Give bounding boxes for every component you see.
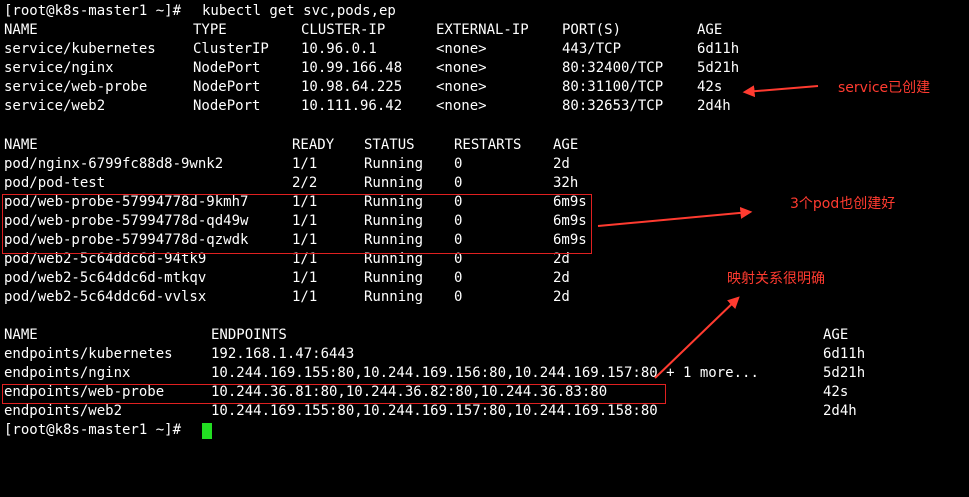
cell-name: service/nginx <box>4 60 114 76</box>
cell-ports: 80:31100/TCP <box>562 79 664 95</box>
cell-ready: 1/1 <box>292 270 318 286</box>
table-row: pod/web2-5c64ddc6d-mtkqv 1/1 Running 0 2… <box>4 269 570 288</box>
column-header: READY <box>292 137 335 153</box>
table-row: service/kubernetes ClusterIP 10.96.0.1 <… <box>4 40 739 59</box>
cell-ports: 80:32400/TCP <box>562 60 664 76</box>
cell-status: Running <box>364 175 424 191</box>
annotation-service-created: service已创建 <box>838 80 931 96</box>
cell-name: pod/web2-5c64ddc6d-mtkqv <box>4 270 207 286</box>
cell-ready: 2/2 <box>292 175 318 191</box>
endpoints-header-row: NAME ENDPOINTS AGE <box>4 326 848 345</box>
cell-age: 2d <box>553 289 570 305</box>
cell-cluster-ip: 10.111.96.42 <box>301 98 403 114</box>
column-header: TYPE <box>193 22 227 38</box>
column-header: NAME <box>4 137 38 153</box>
cell-name: service/web-probe <box>4 79 148 95</box>
cell-restarts: 0 <box>454 270 463 286</box>
cell-ready: 1/1 <box>292 289 318 305</box>
cell-name: service/web2 <box>4 98 106 114</box>
column-header: AGE <box>823 327 849 343</box>
cell-ready: 1/1 <box>292 156 318 172</box>
annotation-mapping-clear: 映射关系很明确 <box>727 271 825 287</box>
cell-age: 42s <box>697 79 723 95</box>
cell-age: 5d21h <box>697 60 740 76</box>
table-row: pod/pod-test 2/2 Running 0 32h <box>4 174 578 193</box>
cell-age: 6d11h <box>823 346 866 362</box>
column-header: RESTARTS <box>454 137 522 153</box>
cell-age: 5d21h <box>823 365 866 381</box>
cell-ports: 80:32653/TCP <box>562 98 664 114</box>
cell-cluster-ip: 10.96.0.1 <box>301 41 377 57</box>
cell-restarts: 0 <box>454 156 463 172</box>
cell-age: 42s <box>823 384 849 400</box>
column-header: EXTERNAL-IP <box>436 22 529 38</box>
column-header: ENDPOINTS <box>211 327 287 343</box>
table-row: pod/nginx-6799fc88d8-9wnk2 1/1 Running 0… <box>4 155 570 174</box>
terminal-window[interactable]: [root@k8s-master1 ~]# kubectl get svc,po… <box>0 0 969 446</box>
services-header-row: NAME TYPE CLUSTER-IP EXTERNAL-IP PORT(S)… <box>4 21 722 40</box>
cell-ports: 443/TCP <box>562 41 622 57</box>
final-prompt-line: [root@k8s-master1 ~]# <box>4 421 212 440</box>
shell-prompt: [root@k8s-master1 ~]# <box>4 3 190 19</box>
table-row: endpoints/kubernetes 192.168.1.47:6443 6… <box>4 345 865 364</box>
cell-age: 2d <box>553 270 570 286</box>
cell-endpoints: 192.168.1.47:6443 <box>211 346 355 362</box>
column-header: AGE <box>553 137 579 153</box>
cell-external-ip: <none> <box>436 79 487 95</box>
shell-prompt: [root@k8s-master1 ~]# <box>4 422 190 438</box>
table-row: pod/web2-5c64ddc6d-vvlsx 1/1 Running 0 2… <box>4 288 570 307</box>
cell-age: 32h <box>553 175 579 191</box>
cell-endpoints: 10.244.169.155:80,10.244.169.156:80,10.2… <box>211 365 759 381</box>
command-line: [root@k8s-master1 ~]# kubectl get svc,po… <box>4 2 396 21</box>
cell-cluster-ip: 10.98.64.225 <box>301 79 403 95</box>
table-row: endpoints/web2 10.244.169.155:80,10.244.… <box>4 402 857 421</box>
cell-endpoints: 10.244.169.155:80,10.244.169.157:80,10.2… <box>211 403 658 419</box>
cell-type: NodePort <box>193 98 261 114</box>
column-header: NAME <box>4 327 38 343</box>
cell-restarts: 0 <box>454 175 463 191</box>
cell-external-ip: <none> <box>436 41 487 57</box>
table-row: endpoints/nginx 10.244.169.155:80,10.244… <box>4 364 865 383</box>
arrow-service <box>742 85 819 98</box>
cell-name: endpoints/nginx <box>4 365 131 381</box>
column-header: NAME <box>4 22 38 38</box>
cell-name: service/kubernetes <box>4 41 156 57</box>
table-row: service/web-probe NodePort 10.98.64.225 … <box>4 78 722 97</box>
cell-external-ip: <none> <box>436 60 487 76</box>
cell-age: 2d <box>553 156 570 172</box>
cell-type: ClusterIP <box>193 41 269 57</box>
cell-cluster-ip: 10.99.166.48 <box>301 60 403 76</box>
pods-header-row: NAME READY STATUS RESTARTS AGE <box>4 136 578 155</box>
cell-name: endpoints/web2 <box>4 403 123 419</box>
column-header: PORT(S) <box>562 22 622 38</box>
cell-name: pod/pod-test <box>4 175 106 191</box>
pods-highlight-box <box>2 194 592 254</box>
cell-type: NodePort <box>193 60 261 76</box>
cell-restarts: 0 <box>454 289 463 305</box>
cell-status: Running <box>364 156 424 172</box>
cell-status: Running <box>364 289 424 305</box>
cell-name: endpoints/kubernetes <box>4 346 173 362</box>
cell-type: NodePort <box>193 79 261 95</box>
cell-age: 2d4h <box>697 98 731 114</box>
text-cursor <box>202 423 212 439</box>
cell-status: Running <box>364 270 424 286</box>
column-header: AGE <box>697 22 723 38</box>
cell-age: 6d11h <box>697 41 740 57</box>
table-row: service/web2 NodePort 10.111.96.42 <none… <box>4 97 731 116</box>
cell-external-ip: <none> <box>436 98 487 114</box>
annotation-pods-created: 3个pod也创建好 <box>790 196 896 212</box>
command-text: kubectl get svc,pods,ep <box>202 3 396 19</box>
table-row: service/nginx NodePort 10.99.166.48 <non… <box>4 59 739 78</box>
column-header: STATUS <box>364 137 415 153</box>
cell-name: pod/web2-5c64ddc6d-vvlsx <box>4 289 207 305</box>
cell-name: pod/nginx-6799fc88d8-9wnk2 <box>4 156 224 172</box>
endpoints-highlight-box <box>2 384 666 404</box>
arrow-pods <box>597 206 753 227</box>
cell-age: 2d4h <box>823 403 857 419</box>
column-header: CLUSTER-IP <box>301 22 386 38</box>
